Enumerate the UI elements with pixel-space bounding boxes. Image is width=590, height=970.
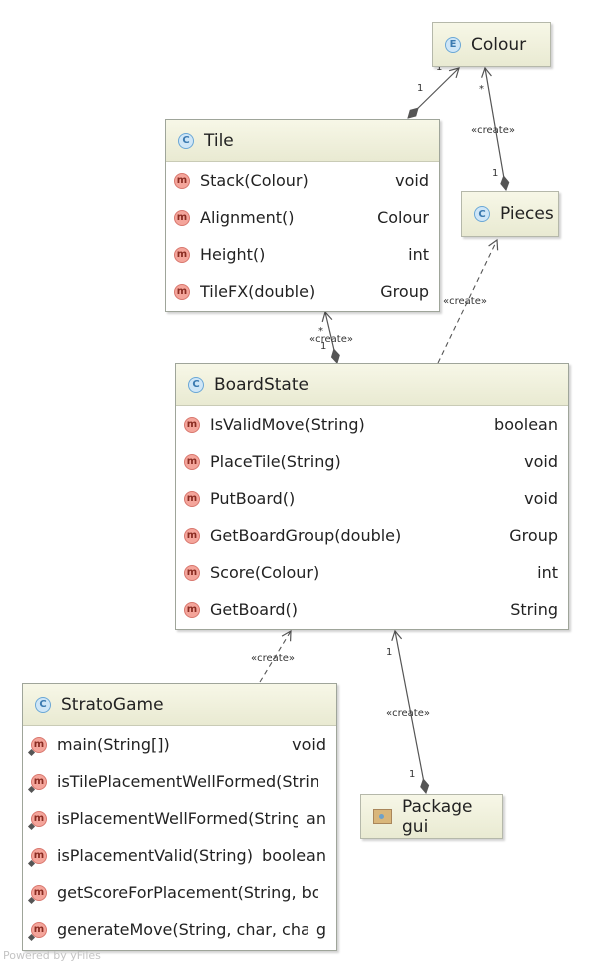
edge-boardstate-tile-mult-from: 1 [320,341,326,352]
method-name: PlaceTile(String) [210,452,341,471]
class-icon: C [188,376,204,393]
method-row[interactable]: m isPlacementValid(String) boolean [23,837,336,874]
method-return-type: int [537,563,558,582]
method-row[interactable]: m getScoreForPlacement(String, boole [23,874,336,911]
method-return-type: an [306,809,326,828]
method-name: IsValidMove(String) [210,415,365,434]
method-name: Score(Colour) [210,563,320,582]
method-row[interactable]: m GetBoard() String [176,591,568,628]
static-method-icon: m [31,921,47,938]
edge-pieces-colour-label: «create» [471,125,515,136]
class-tile-header: C Tile [166,120,439,162]
method-name: getScoreForPlacement(String, boole [57,883,318,902]
method-name: isPlacementWellFormed(String) [57,809,299,828]
package-gui[interactable]: Package gui [360,794,503,839]
edge-pieces-colour-mult-from: 1 [492,168,498,179]
method-icon: m [174,246,190,263]
method-icon: m [184,453,200,470]
method-return-type: int [408,245,429,264]
method-return-type: g [315,920,326,939]
method-icon: m [184,527,200,544]
static-method-icon: m [31,884,47,901]
method-row[interactable]: m generateMove(String, char, char) g [23,911,336,948]
method-name: isPlacementValid(String) [57,846,253,865]
watermark: Powered by yFiles [3,949,101,962]
method-row[interactable]: m PlaceTile(String) void [176,443,568,480]
method-row[interactable]: m TileFX(double) Group [166,273,439,310]
method-name: generateMove(String, char, char) [57,920,308,939]
method-row[interactable]: m isTilePlacementWellFormed(String) [23,763,336,800]
method-name: TileFX(double) [200,282,316,301]
edge-tile-colour[interactable] [407,67,460,119]
edge-gui-boardstate-mult-to: 1 [386,647,392,658]
edge-gui-boardstate-label: «create» [386,708,430,719]
method-return-type: boolean [262,846,326,865]
method-icon: m [174,209,190,226]
method-return-type: void [292,735,326,754]
package-gui-title: Package gui [402,796,473,837]
edge-stratogame-boardstate-label: «create» [251,653,295,664]
method-name: PutBoard() [210,489,296,508]
method-icon: m [174,283,190,300]
class-boardstate-header: C BoardState [176,364,568,406]
method-name: main(String[]) [57,735,170,754]
static-method-icon: m [31,736,47,753]
method-icon: m [184,490,200,507]
edge-tile-colour-mult-from: 1 [417,83,423,94]
method-row[interactable]: m Score(Colour) int [176,554,568,591]
method-name: Stack(Colour) [200,171,309,190]
static-method-icon: m [31,847,47,864]
method-icon: m [184,564,200,581]
method-row[interactable]: m IsValidMove(String) boolean [176,406,568,443]
class-pieces[interactable]: C Pieces [461,191,559,237]
method-return-type: Colour [377,208,429,227]
package-gui-header: Package gui [361,795,502,838]
method-row[interactable]: m main(String[]) void [23,726,336,763]
method-return-type: void [524,452,558,471]
static-method-icon: m [31,773,47,790]
enum-colour-header: E Colour [433,23,550,66]
edge-boardstate-pieces-label: «create» [443,296,487,307]
method-row[interactable]: m Height() int [166,236,439,273]
method-row[interactable]: m isPlacementWellFormed(String) an [23,800,336,837]
method-return-type: String [510,600,558,619]
edge-boardstate-tile-label: «create» [309,334,353,345]
class-stratogame[interactable]: C StratoGame m main(String[]) void m isT… [22,683,337,951]
class-stratogame-header: C StratoGame [23,684,336,726]
method-icon: m [184,601,200,618]
class-icon: C [474,206,490,222]
enum-colour[interactable]: E Colour [432,22,551,67]
enum-colour-title: Colour [471,34,527,55]
class-icon: C [178,132,194,149]
class-pieces-title: Pieces [500,204,554,224]
method-icon: m [184,416,200,433]
class-pieces-header: C Pieces [462,192,558,236]
method-name: isTilePlacementWellFormed(String) [57,772,318,791]
edge-pieces-colour-mult-to: * [479,84,484,95]
enum-icon: E [445,36,461,53]
method-row[interactable]: m GetBoardGroup(double) Group [176,517,568,554]
class-boardstate[interactable]: C BoardState m IsValidMove(String) boole… [175,363,569,630]
class-tile[interactable]: C Tile m Stack(Colour) void m Alignment(… [165,119,440,312]
method-return-type: void [395,171,429,190]
method-name: Height() [200,245,266,264]
method-row[interactable]: m Stack(Colour) void [166,162,439,199]
edge-gui-boardstate-mult-from: 1 [409,769,415,780]
class-boardstate-title: BoardState [214,374,309,395]
method-name: Alignment() [200,208,295,227]
method-return-type: Group [509,526,558,545]
class-tile-title: Tile [204,130,234,151]
static-method-icon: m [31,810,47,827]
method-name: GetBoard() [210,600,299,619]
method-return-type: boolean [494,415,558,434]
runnable-class-icon: C [35,696,51,713]
method-icon: m [174,172,190,189]
class-stratogame-title: StratoGame [61,694,164,715]
method-row[interactable]: m Alignment() Colour [166,199,439,236]
method-return-type: void [524,489,558,508]
method-row[interactable]: m PutBoard() void [176,480,568,517]
package-icon [373,809,392,824]
method-return-type: Group [380,282,429,301]
method-name: GetBoardGroup(double) [210,526,402,545]
